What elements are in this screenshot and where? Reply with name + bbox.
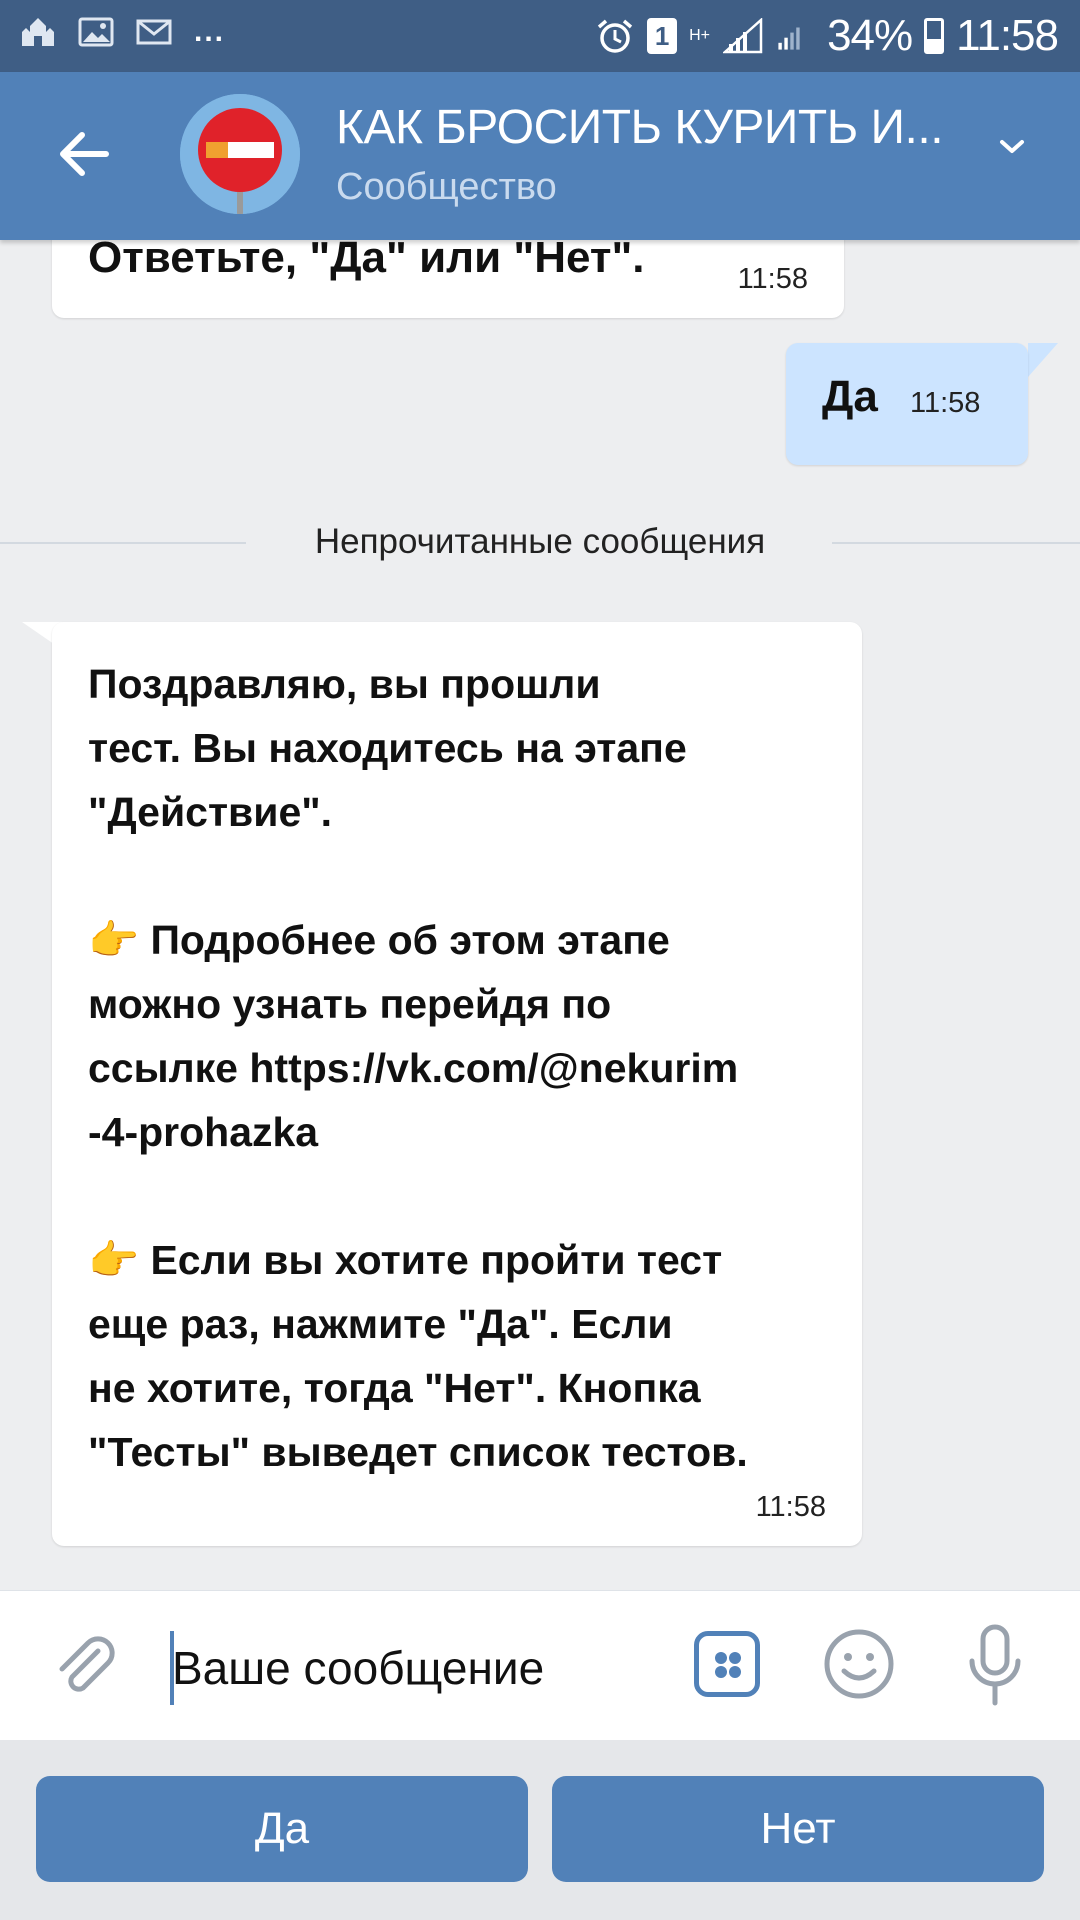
reply-button-no[interactable]: Нет (552, 1776, 1044, 1882)
emoji-icon[interactable] (822, 1627, 896, 1701)
message-time: 11:58 (737, 263, 808, 295)
clock: 11:58 (956, 11, 1059, 60)
microphone-icon[interactable] (962, 1621, 1028, 1711)
chevron-down-icon[interactable] (982, 116, 1042, 176)
battery-percent: 34% (827, 11, 913, 60)
reply-button-yes[interactable]: Да (36, 1776, 528, 1882)
message-time: 11:58 (755, 1491, 826, 1523)
sim-badge: 1 (647, 18, 678, 54)
message-composer (0, 1590, 1080, 1740)
signal-icon (721, 17, 763, 54)
community-avatar[interactable] (180, 94, 300, 214)
chat-header: КАК БРОСИТЬ КУРИТЬ И... Сообщество (0, 72, 1080, 240)
message-text: Поздравляю, вы прошли тест. Вы находитес… (88, 661, 748, 1475)
bot-keyboard: Да Нет (0, 1740, 1080, 1920)
signal-2-icon (775, 18, 815, 54)
chat-subtitle: Сообщество (336, 166, 557, 208)
chat-title[interactable]: КАК БРОСИТЬ КУРИТЬ И... (336, 100, 956, 155)
message-outgoing[interactable]: Да 11:58 (786, 343, 1028, 465)
bot-keyboard-toggle-icon[interactable] (694, 1631, 760, 1697)
network-type: H+ (689, 27, 710, 44)
message-input[interactable] (172, 1633, 672, 1703)
battery-icon (924, 18, 945, 54)
message-text: Да (822, 372, 878, 421)
mail-icon (136, 16, 172, 48)
image-icon (78, 16, 114, 48)
attach-icon[interactable] (48, 1629, 124, 1705)
message-incoming[interactable]: Поздравляю, вы прошли тест. Вы находитес… (52, 622, 862, 1546)
divider-line (832, 542, 1080, 544)
message-time: 11:58 (910, 387, 981, 419)
unread-divider: Непрочитанные сообщения (0, 520, 1080, 564)
alarm-icon (595, 18, 635, 54)
back-arrow-icon[interactable] (52, 122, 116, 186)
castle-icon (20, 16, 56, 48)
status-bar: ... 1 H+ 34% 11:58 (0, 0, 1080, 72)
more-notifications: ... (194, 15, 226, 48)
